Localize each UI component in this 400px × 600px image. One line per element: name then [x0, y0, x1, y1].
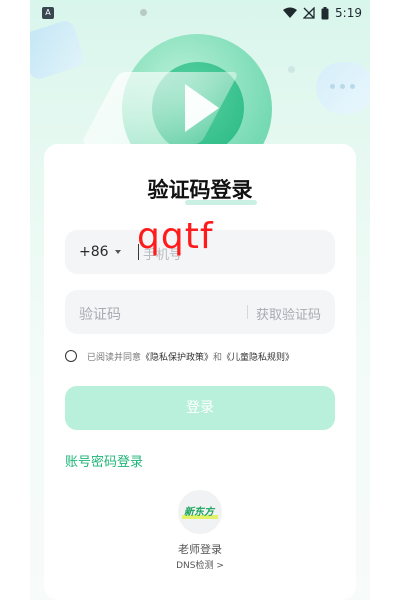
- handwritten-overlay-text: qqtf: [137, 216, 214, 257]
- dns-check-link[interactable]: DNS检测 >: [44, 558, 356, 571]
- app-screen: A 5:19 验证码登录 +86 手机号 qqtf 验证码 获取验证码 已阅读并…: [30, 0, 370, 600]
- battery-icon: [321, 6, 329, 19]
- wifi-icon: [283, 7, 298, 18]
- password-login-link[interactable]: 账号密码登录: [65, 451, 143, 470]
- agree-radio[interactable]: [65, 350, 77, 362]
- notification-a-icon: A: [42, 7, 54, 19]
- status-bar: A 5:19: [30, 0, 370, 26]
- chevron-down-icon[interactable]: [115, 250, 121, 254]
- code-placeholder: 验证码: [79, 307, 121, 323]
- agreement-prefix: 已阅读并同意: [87, 352, 142, 363]
- teacher-login-button[interactable]: 新东方: [178, 490, 222, 534]
- status-time: 5:19: [335, 6, 362, 20]
- verification-code-input[interactable]: 验证码 获取验证码: [65, 290, 335, 334]
- login-button[interactable]: 登录: [65, 386, 335, 430]
- page-title: 验证码登录: [147, 178, 253, 202]
- child-privacy-link[interactable]: 《儿童隐私规则》: [222, 350, 294, 363]
- hero-decor-square: [30, 18, 87, 82]
- hero-decor-dot: [288, 66, 295, 73]
- divider: [247, 305, 248, 319]
- signal-off-icon: [303, 7, 315, 19]
- privacy-policy-link[interactable]: 《隐私保护政策》: [141, 350, 213, 363]
- teacher-login-label[interactable]: 老师登录: [44, 541, 356, 557]
- agreement-row: 已阅读并同意 《隐私保护政策》 和 《儿童隐私规则》: [65, 348, 335, 364]
- agreement-and: 和: [213, 352, 223, 363]
- phone-input[interactable]: +86 手机号 qqtf: [65, 216, 335, 274]
- chat-dots: [330, 84, 355, 89]
- status-right-group: 5:19: [283, 5, 362, 21]
- login-card: 验证码登录 +86 手机号 qqtf 验证码 获取验证码 已阅读并同意 《隐私保…: [44, 144, 356, 600]
- get-code-button[interactable]: 获取验证码: [256, 304, 321, 323]
- svg-text:新东方: 新东方: [184, 506, 216, 518]
- play-icon: [185, 84, 219, 132]
- new-oriental-logo: 新东方: [182, 506, 218, 519]
- country-code-selector[interactable]: +86: [79, 244, 109, 260]
- camera-dot: [140, 9, 147, 16]
